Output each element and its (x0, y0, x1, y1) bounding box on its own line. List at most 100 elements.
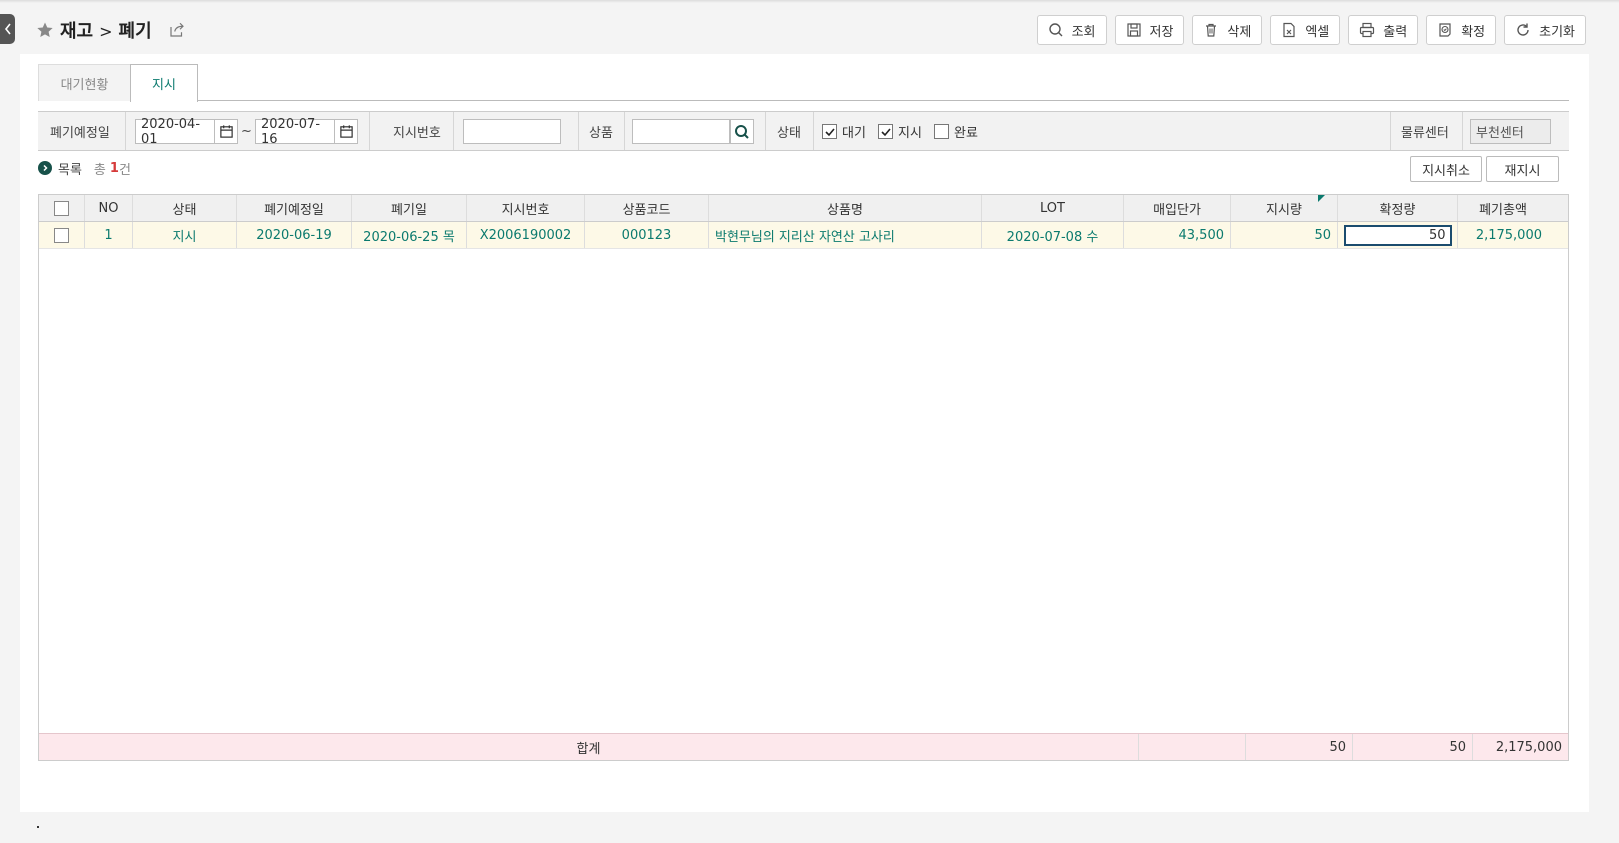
reissue-instruction-button[interactable]: 재지시 (1486, 156, 1559, 182)
top-shadow (0, 0, 1619, 3)
footer-empty-cell (1139, 734, 1246, 760)
search-icon (1048, 23, 1063, 37)
footer-total: 2,175,000 (1495, 739, 1562, 755)
grid-header-row: NO 상태 폐기예정일 폐기일 지시번호 상품코드 상품명 LOT 매입단가 지… (39, 195, 1568, 222)
tab-label: 대기현황 (60, 77, 109, 93)
date-from-calendar-button[interactable] (214, 119, 238, 144)
confirm-button[interactable]: 확정 (1426, 15, 1497, 45)
status-instruction-label: 지시 (898, 125, 922, 141)
divider (1390, 112, 1391, 150)
list-title: 목록 (58, 162, 82, 178)
delete-button[interactable]: 삭제 (1192, 15, 1263, 45)
table-row[interactable]: 1 지시 2020-06-19 2020-06-25 목 X2006190002… (39, 222, 1568, 249)
excel-label: 엑셀 (1305, 24, 1330, 40)
column-header[interactable]: 상품명 (709, 195, 982, 221)
status-waiting-label: 대기 (842, 125, 866, 141)
sidebar-collapse-button[interactable] (0, 14, 15, 44)
date-to-calendar-button[interactable] (334, 119, 358, 144)
editable-column-marker (1318, 195, 1325, 202)
divider (453, 112, 454, 150)
disposal-date-label: 폐기예정일 (50, 125, 110, 141)
page-title: 재고 > 폐기 (60, 17, 152, 43)
tab-instruction[interactable]: 지시 (130, 64, 198, 102)
tab-label: 지시 (152, 78, 176, 93)
column-header[interactable]: 매입단가 (1124, 195, 1231, 221)
cell-product-code: 000123 (585, 222, 709, 248)
save-icon (1126, 23, 1141, 37)
column-header[interactable]: 폐기예정일 (237, 195, 352, 221)
column-header[interactable]: 폐기일 (352, 195, 467, 221)
select-all-checkbox[interactable] (54, 200, 69, 216)
save-button[interactable]: 저장 (1114, 15, 1185, 45)
search-button[interactable]: 조회 (1036, 15, 1107, 45)
chevron-left-icon (4, 23, 11, 35)
cancel-instruction-button[interactable]: 지시취소 (1410, 156, 1482, 182)
column-header[interactable]: 확정량 (1338, 195, 1458, 221)
checkmark-icon (880, 127, 891, 136)
column-header[interactable]: 지시번호 (467, 195, 585, 221)
trash-icon (1206, 23, 1217, 37)
excel-button[interactable]: 엑셀 (1270, 15, 1341, 45)
logistics-center-label: 물류센터 (1401, 125, 1449, 141)
cell-status: 지시 (133, 222, 237, 248)
column-header[interactable]: NO (85, 195, 133, 221)
star-icon[interactable] (36, 21, 54, 39)
print-button[interactable]: 출력 (1348, 15, 1419, 45)
list-header: 목록 총 1 건 (38, 157, 131, 179)
confirm-qty-input[interactable]: 50 (1343, 224, 1452, 246)
column-header[interactable]: 상태 (133, 195, 237, 221)
page-header: 재고 > 폐기 (36, 16, 186, 44)
divider (624, 112, 625, 150)
data-grid: NO 상태 폐기예정일 폐기일 지시번호 상품코드 상품명 LOT 매입단가 지… (38, 194, 1569, 761)
cell-total: 2,175,000 (1475, 227, 1542, 243)
cell-order-no: X2006190002 (467, 222, 585, 248)
status-instruction-checkbox[interactable] (878, 124, 893, 139)
toolbar: 조회 저장 삭제 엑셀 출력 확정 초기화 (1036, 15, 1586, 45)
cell-product-name: 박현무님의 지리산 자연산 고사리 (709, 222, 982, 248)
save-label: 저장 (1149, 24, 1174, 40)
column-header[interactable]: LOT (982, 195, 1124, 221)
breadcrumb-inventory: 재고 (60, 21, 94, 42)
print-label: 출력 (1383, 24, 1408, 40)
column-header[interactable]: 상품코드 (585, 195, 709, 221)
divider (1462, 112, 1463, 150)
date-range-tilde: ~ (241, 123, 252, 139)
search-icon (735, 124, 749, 139)
calendar-icon (339, 125, 353, 138)
cell-no: 1 (85, 222, 133, 248)
column-header[interactable]: 폐기총액 (1458, 195, 1548, 221)
divider (813, 112, 814, 150)
breadcrumb-separator: > (99, 22, 113, 41)
confirm-icon (1439, 23, 1451, 37)
status-complete-checkbox[interactable] (934, 124, 949, 139)
tab-waiting-status[interactable]: 대기현황 (38, 64, 131, 101)
search-label: 조회 (1071, 24, 1096, 40)
date-to-input[interactable]: 2020-07-16 (255, 117, 335, 147)
checkmark-icon (824, 127, 835, 136)
footer-label: 합계 (39, 734, 1139, 760)
main-panel: 대기현황 지시 폐기예정일 2020-04-01 ~ 2020-07-16 지시… (20, 54, 1589, 812)
cell-lot: 2020-07-08 수 (982, 222, 1124, 248)
status-complete-label: 완료 (954, 125, 978, 141)
cell-confirm-qty: 50 (1338, 222, 1458, 248)
tab-bar: 대기현황 지시 (38, 64, 1569, 102)
printer-icon (1360, 22, 1375, 38)
divider (369, 112, 370, 150)
product-search-button[interactable] (730, 119, 754, 144)
reset-button[interactable]: 초기화 (1504, 15, 1586, 45)
status-waiting-checkbox[interactable] (822, 124, 837, 139)
logistics-center-field: 부천센터 (1470, 119, 1551, 144)
row-checkbox[interactable] (54, 227, 69, 243)
count-suffix: 건 (118, 162, 131, 178)
date-from-input[interactable]: 2020-04-01 (135, 117, 215, 147)
breadcrumb-disposal: 폐기 (118, 21, 152, 42)
record-count: 1 (109, 160, 119, 176)
status-label: 상태 (777, 125, 801, 141)
chevron-right-icon (38, 161, 52, 175)
order-no-input[interactable] (463, 119, 561, 144)
product-input[interactable] (632, 119, 730, 144)
share-icon[interactable] (168, 21, 186, 39)
order-no-label: 지시번호 (393, 125, 441, 141)
row-select-cell (39, 222, 85, 248)
status-dot (37, 826, 39, 828)
